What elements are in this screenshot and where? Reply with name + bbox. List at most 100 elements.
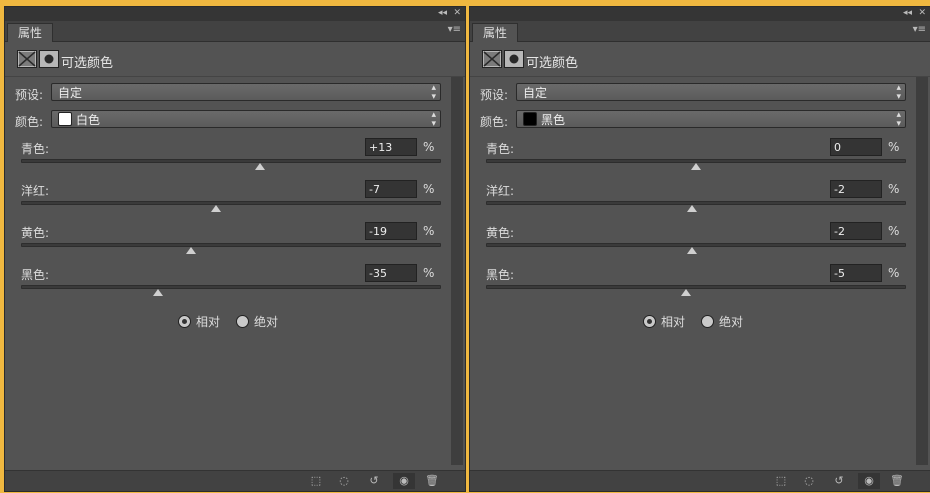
panel-menu-icon[interactable]: ▾≡ bbox=[913, 24, 926, 35]
color-value: 白色 bbox=[76, 113, 101, 127]
view-previous-icon[interactable]: ◌ bbox=[798, 473, 820, 489]
slider-thumb[interactable] bbox=[255, 163, 266, 170]
radio-absolute[interactable]: 绝对 bbox=[236, 313, 278, 330]
slider-value-input[interactable]: -2 bbox=[830, 180, 882, 198]
preset-row: 预设: 自定 ▴ ▾ bbox=[480, 83, 920, 103]
color-row: 颜色: 白色 ▴ ▾ bbox=[15, 110, 455, 130]
slider-track[interactable] bbox=[21, 243, 441, 247]
layer-mask-icon[interactable] bbox=[39, 50, 59, 68]
slider-value-input[interactable]: -5 bbox=[830, 264, 882, 282]
slider-value-input[interactable]: -35 bbox=[365, 264, 417, 282]
percent-unit: % bbox=[888, 224, 900, 238]
slider-label: 黄色: bbox=[21, 226, 50, 240]
slider-thumb[interactable] bbox=[686, 247, 697, 254]
tab-bar: 属性 ▾≡ bbox=[5, 21, 465, 42]
color-label: 颜色: bbox=[15, 115, 44, 129]
slider-row: 黄色: -2% bbox=[480, 222, 906, 264]
panel-titlebar: ◂◂ ✕ bbox=[470, 7, 930, 21]
slider-thumb[interactable] bbox=[186, 247, 197, 254]
slider-thumb[interactable] bbox=[691, 163, 701, 170]
scrollbar[interactable] bbox=[916, 77, 928, 465]
collapse-icon[interactable]: ◂◂ bbox=[438, 8, 447, 18]
slider-row: 青色: +13% bbox=[15, 138, 441, 180]
slider-track[interactable] bbox=[21, 159, 441, 163]
slider-row: 黑色: -5% bbox=[480, 264, 906, 306]
tab-properties[interactable]: 属性 bbox=[472, 23, 519, 42]
panel-title: 可选颜色 bbox=[61, 56, 114, 71]
preset-value: 自定 bbox=[58, 86, 83, 100]
properties-panel-left: ◂◂ ✕ 属性 ▾≡ 可选颜色 预设: 自定 ▴ ▾ 颜色: 白色 ▴ ▾ 青色: +13% 洋红: -7% 黄色… bbox=[4, 6, 466, 492]
panel-menu-icon[interactable]: ▾≡ bbox=[448, 24, 461, 35]
trash-icon[interactable]: 🗑 bbox=[421, 473, 443, 489]
radio-button-icon bbox=[643, 315, 656, 328]
slider-thumb[interactable] bbox=[152, 289, 163, 296]
radio-relative[interactable]: 相对 bbox=[643, 313, 685, 330]
slider-value-input[interactable]: 0 bbox=[830, 138, 882, 156]
radio-button-icon bbox=[178, 315, 191, 328]
visibility-eye-icon[interactable]: ◉ bbox=[858, 473, 880, 489]
trash-icon[interactable]: 🗑 bbox=[886, 473, 908, 489]
slider-row: 黑色: -35% bbox=[15, 264, 441, 306]
clip-to-layer-icon[interactable]: ⬚ bbox=[305, 473, 327, 489]
color-swatch bbox=[523, 112, 537, 126]
close-icon[interactable]: ✕ bbox=[453, 8, 461, 18]
slider-value-input[interactable]: +13 bbox=[365, 138, 417, 156]
percent-unit: % bbox=[888, 182, 900, 196]
slider-value-input[interactable]: -2 bbox=[830, 222, 882, 240]
slider-value-input[interactable]: -19 bbox=[365, 222, 417, 240]
percent-unit: % bbox=[888, 266, 900, 280]
collapse-icon[interactable]: ◂◂ bbox=[903, 8, 912, 18]
slider-label: 洋红: bbox=[21, 184, 50, 198]
slider-track[interactable] bbox=[21, 285, 441, 289]
color-label: 颜色: bbox=[480, 115, 509, 129]
radio-absolute[interactable]: 绝对 bbox=[701, 313, 743, 330]
radio-label: 绝对 bbox=[719, 315, 744, 329]
clip-to-layer-icon[interactable]: ⬚ bbox=[770, 473, 792, 489]
reset-icon[interactable]: ↺ bbox=[363, 473, 385, 489]
panel-titlebar: ◂◂ ✕ bbox=[5, 7, 465, 21]
color-dropdown[interactable]: 白色 ▴ ▾ bbox=[51, 110, 441, 129]
view-previous-icon[interactable]: ◌ bbox=[333, 473, 355, 489]
slider-label: 黑色: bbox=[21, 268, 50, 282]
preset-value: 自定 bbox=[523, 86, 548, 100]
preset-dropdown[interactable]: 自定 ▴ ▾ bbox=[51, 83, 441, 102]
percent-unit: % bbox=[423, 140, 435, 154]
slider-value-input[interactable]: -7 bbox=[365, 180, 417, 198]
color-dropdown[interactable]: 黑色 ▴ ▾ bbox=[516, 110, 906, 129]
dropdown-arrows-icon: ▴ ▾ bbox=[896, 83, 901, 102]
percent-unit: % bbox=[423, 182, 435, 196]
adjustment-header: 可选颜色 bbox=[470, 42, 930, 77]
slider-thumb[interactable] bbox=[686, 205, 697, 212]
adjustment-layer-icon[interactable] bbox=[482, 50, 502, 68]
radio-button-icon bbox=[701, 315, 714, 328]
visibility-eye-icon[interactable]: ◉ bbox=[393, 473, 415, 489]
percent-unit: % bbox=[423, 224, 435, 238]
slider-label: 黄色: bbox=[486, 226, 515, 240]
color-row: 颜色: 黑色 ▴ ▾ bbox=[480, 110, 920, 130]
slider-track[interactable] bbox=[486, 285, 906, 289]
panel-title: 可选颜色 bbox=[526, 56, 579, 71]
adjustment-layer-icon[interactable] bbox=[17, 50, 37, 68]
tab-properties[interactable]: 属性 bbox=[7, 23, 54, 42]
radio-relative[interactable]: 相对 bbox=[178, 313, 220, 330]
dropdown-arrows-icon: ▴ ▾ bbox=[431, 83, 436, 102]
layer-mask-icon[interactable] bbox=[504, 50, 524, 68]
preset-row: 预设: 自定 ▴ ▾ bbox=[15, 83, 455, 103]
preset-label: 预设: bbox=[15, 88, 44, 102]
radio-label: 相对 bbox=[196, 315, 221, 329]
radio-button-icon bbox=[236, 315, 249, 328]
scrollbar[interactable] bbox=[451, 77, 463, 465]
color-swatch bbox=[58, 112, 72, 126]
close-icon[interactable]: ✕ bbox=[918, 8, 926, 18]
slider-thumb[interactable] bbox=[211, 205, 222, 212]
radio-label: 相对 bbox=[661, 315, 686, 329]
percent-unit: % bbox=[423, 266, 435, 280]
preset-dropdown[interactable]: 自定 ▴ ▾ bbox=[516, 83, 906, 102]
color-value: 黑色 bbox=[541, 113, 566, 127]
reset-icon[interactable]: ↺ bbox=[828, 473, 850, 489]
panel-footer: ⬚ ◌ ↺ ◉ 🗑 bbox=[5, 470, 465, 491]
panel-footer: ⬚ ◌ ↺ ◉ 🗑 bbox=[470, 470, 930, 491]
slider-track[interactable] bbox=[21, 201, 441, 205]
slider-label: 青色: bbox=[486, 142, 515, 156]
slider-thumb[interactable] bbox=[680, 289, 691, 296]
